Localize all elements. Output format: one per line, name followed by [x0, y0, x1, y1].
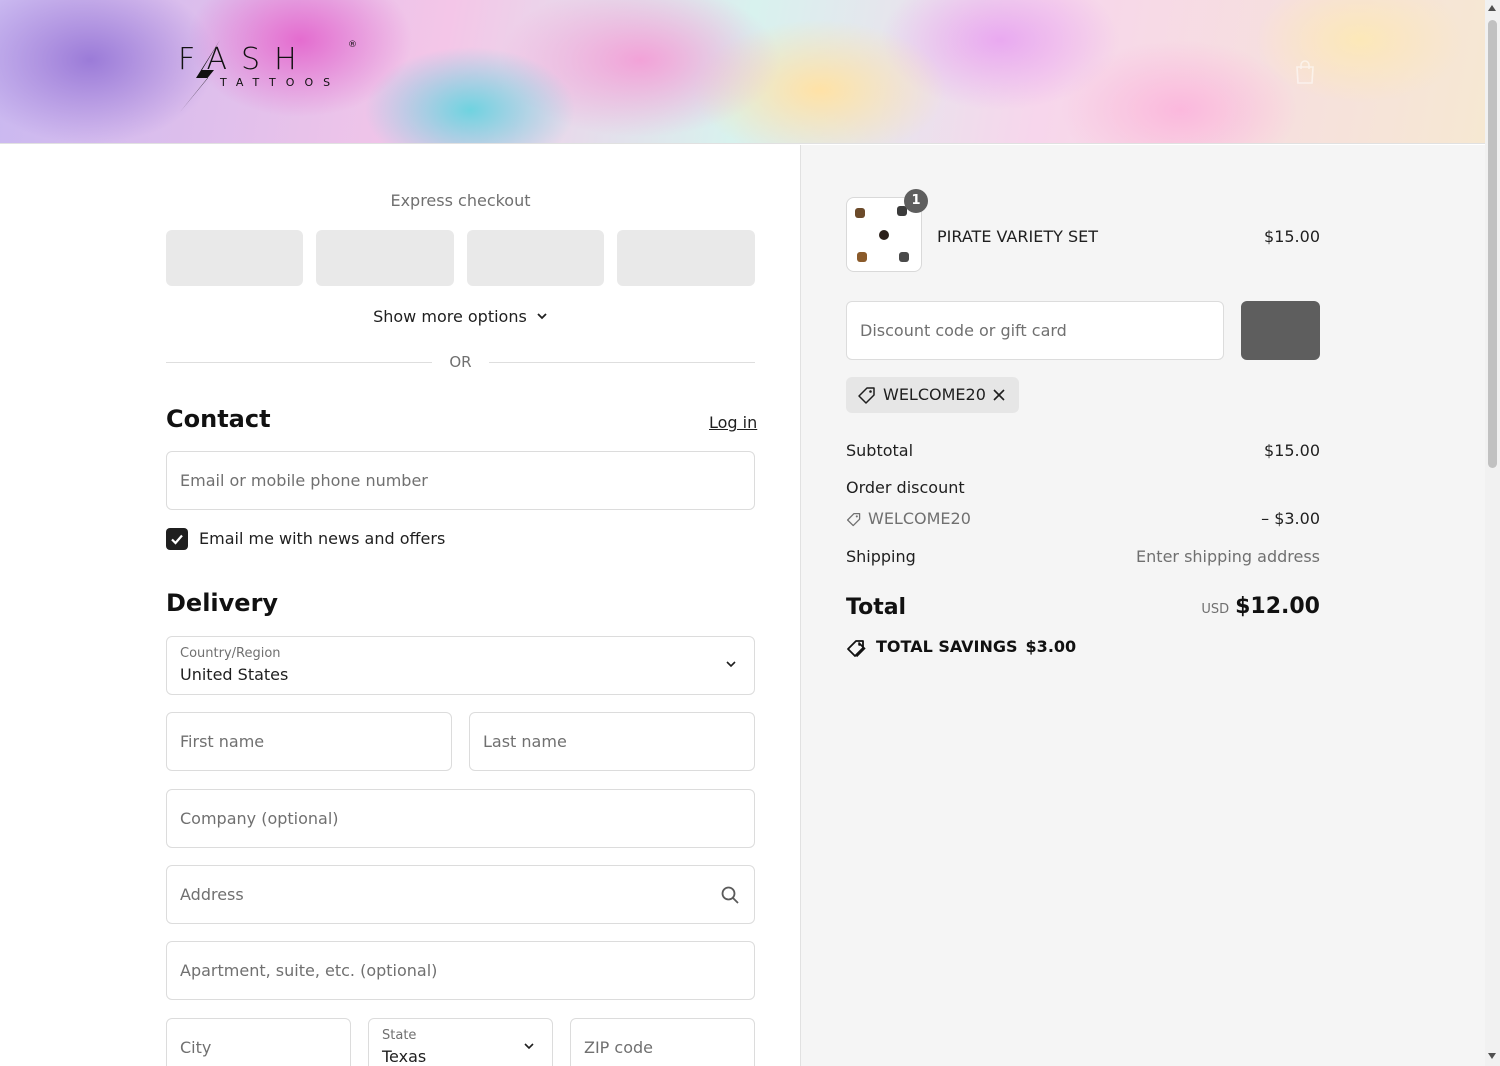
state-value: Texas — [382, 1047, 427, 1066]
order-discount-label: Order discount — [846, 478, 965, 497]
email-field[interactable]: Email or mobile phone number — [166, 451, 755, 510]
thumb-tattoo-1 — [855, 208, 865, 218]
express-checkout-title: Express checkout — [390, 191, 531, 210]
city-placeholder: City — [180, 1038, 212, 1057]
order-discount-value: – $3.00 — [1261, 509, 1320, 528]
zip-field[interactable]: ZIP code — [570, 1018, 755, 1066]
subtotal-value: $15.00 — [1264, 441, 1320, 460]
total-savings: TOTAL SAVINGS $3.00 — [846, 637, 1077, 658]
or-divider: OR — [166, 353, 755, 373]
close-icon[interactable] — [992, 388, 1006, 402]
country-select[interactable]: Country/Region United States — [166, 636, 755, 695]
brand-wordmark: FASH — [178, 42, 311, 77]
savings-amount: $3.00 — [1025, 637, 1077, 656]
tag-icon — [846, 512, 861, 527]
thumb-tattoo-4 — [857, 252, 867, 262]
checkout-form: Express checkout Show more options OR Co… — [0, 145, 800, 1066]
page-scrollbar[interactable] — [1485, 0, 1500, 1066]
shipping-value: Enter shipping address — [1136, 547, 1320, 566]
wallet-button-4[interactable] — [617, 230, 755, 286]
header-banner: FASH TATTOOS ® — [0, 0, 1485, 144]
state-select[interactable]: State Texas — [368, 1018, 553, 1066]
chevron-down-icon — [524, 1043, 534, 1050]
show-more-label: Show more options — [373, 307, 527, 326]
savings-label: TOTAL SAVINGS — [876, 637, 1018, 656]
contact-heading: Contact — [166, 405, 271, 433]
chevron-down-icon — [726, 661, 736, 668]
checkmark-icon — [171, 534, 183, 545]
product-name: PIRATE VARIETY SET — [937, 227, 1098, 246]
last-name-field[interactable]: Last name — [469, 712, 755, 771]
thumb-tattoo-5 — [899, 252, 909, 262]
total-value-group: USD $12.00 — [1201, 594, 1320, 619]
apartment-placeholder: Apartment, suite, etc. (optional) — [180, 961, 438, 980]
address-placeholder: Address — [180, 885, 244, 904]
applied-discount-chip: WELCOME20 — [846, 377, 1019, 413]
scroll-down-arrow-icon[interactable] — [1488, 1053, 1496, 1059]
news-offers-checkbox[interactable] — [166, 528, 188, 550]
chevron-down-icon — [537, 313, 547, 320]
order-discount-code: WELCOME20 — [868, 509, 971, 528]
total-currency: USD — [1201, 602, 1230, 617]
first-name-field[interactable]: First name — [166, 712, 452, 771]
brand-subtitle: TATTOOS — [220, 76, 341, 89]
subtotal-label: Subtotal — [846, 441, 914, 460]
news-offers-label: Email me with news and offers — [199, 529, 446, 548]
login-link[interactable]: Log in — [709, 413, 757, 432]
show-more-options-button[interactable]: Show more options — [166, 307, 755, 326]
email-placeholder: Email or mobile phone number — [180, 471, 428, 490]
savings-tag-icon — [847, 640, 866, 658]
shipping-label: Shipping — [846, 547, 916, 566]
search-icon[interactable] — [720, 885, 740, 905]
country-value: United States — [180, 665, 289, 684]
delivery-heading: Delivery — [166, 589, 279, 617]
apartment-field[interactable]: Apartment, suite, etc. (optional) — [166, 941, 755, 1000]
tag-icon — [858, 387, 875, 404]
total-amount: $12.00 — [1235, 594, 1320, 619]
zip-placeholder: ZIP code — [584, 1038, 653, 1057]
scroll-up-arrow-icon[interactable] — [1488, 5, 1496, 11]
applied-code: WELCOME20 — [883, 385, 986, 404]
first-name-placeholder: First name — [180, 732, 265, 751]
wallet-button-2[interactable] — [316, 230, 454, 286]
country-label: Country/Region — [180, 646, 281, 661]
wallet-button-1[interactable] — [166, 230, 303, 286]
address-field[interactable]: Address — [166, 865, 755, 924]
state-label: State — [382, 1028, 417, 1043]
divider-line-right — [489, 362, 755, 363]
registered-mark: ® — [348, 40, 357, 50]
brand-logo[interactable]: FASH TATTOOS ® — [178, 40, 358, 112]
discount-placeholder: Discount code or gift card — [860, 321, 1067, 340]
apply-discount-button[interactable] — [1241, 301, 1320, 360]
wallet-button-3[interactable] — [467, 230, 604, 286]
last-name-placeholder: Last name — [483, 732, 567, 751]
company-placeholder: Company (optional) — [180, 809, 339, 828]
scrollbar-thumb[interactable] — [1488, 20, 1497, 468]
order-discount-code-row: WELCOME20 — [846, 509, 971, 528]
thumb-tattoo-3 — [879, 230, 889, 240]
shopping-bag-icon[interactable] — [1294, 60, 1316, 84]
product-price: $15.00 — [1264, 227, 1320, 246]
company-field[interactable]: Company (optional) — [166, 789, 755, 848]
quantity-badge: 1 — [904, 189, 928, 213]
discount-code-input[interactable]: Discount code or gift card — [846, 301, 1224, 360]
total-label: Total — [846, 595, 907, 620]
city-field[interactable]: City — [166, 1018, 351, 1066]
order-summary: 1 PIRATE VARIETY SET $15.00 Discount cod… — [801, 145, 1485, 1066]
